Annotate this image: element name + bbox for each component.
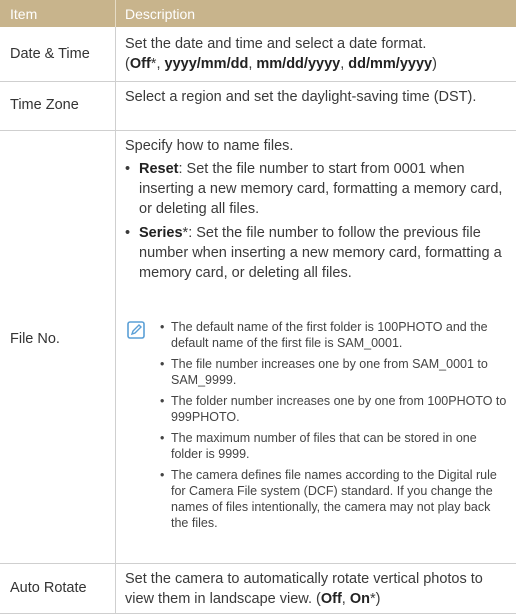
note-list: • The default name of the first folder is…: [160, 319, 510, 536]
pencil-note-icon: [127, 321, 145, 339]
format-yyyy-mm-dd: yyyy/mm/dd: [164, 56, 249, 72]
desc-file-no: Specify how to name files. • Reset: Set …: [125, 136, 510, 283]
reset-label: Reset: [139, 161, 179, 177]
format-mm-dd-yyyy: mm/dd/yyyy: [256, 56, 341, 72]
rotate-on: On: [349, 591, 370, 607]
item-auto-rotate: Auto Rotate: [10, 580, 87, 596]
series-text: : Set the file number to follow the prev…: [139, 225, 502, 281]
bullet-dot: •: [125, 161, 131, 177]
note-item: • The folder number increases one by one …: [160, 394, 507, 424]
reset-text: : Set the file number to start from 0001…: [139, 161, 503, 217]
note-item: • The default name of the first folder is…: [160, 320, 488, 350]
note-item: • The file number increases one by one fr…: [160, 357, 488, 387]
desc-date-time-formats: (Off*, yyyy/mm/dd, mm/dd/yyyy, dd/mm/yyy…: [125, 56, 437, 72]
file-no-series: • Series*: Set the file number to follow…: [125, 225, 502, 281]
format-dd-mm-yyyy: dd/mm/yyyy: [348, 56, 433, 72]
header-item: Item: [10, 6, 38, 22]
desc-date-time: Set the date and time and select a date …: [125, 34, 510, 74]
rotate-off: Off: [320, 591, 342, 607]
header-divider: [115, 0, 116, 27]
row-date-time: Date & Time Set the date and time and se…: [0, 27, 516, 82]
bullet-dot: •: [125, 225, 131, 241]
row-time-zone: Time Zone Select a region and set the da…: [0, 82, 516, 131]
format-off: Off: [129, 56, 151, 72]
note-item: • The maximum number of files that can be…: [160, 431, 477, 461]
desc-time-zone: Select a region and set the daylight-sav…: [125, 89, 477, 105]
file-no-reset: • Reset: Set the file number to start fr…: [125, 159, 510, 219]
note-item: • The camera defines file names according…: [160, 468, 497, 530]
column-divider: [115, 564, 116, 613]
desc-auto-rotate: Set the camera to automatically rotate v…: [125, 571, 483, 607]
row-file-no: File No. Specify how to name files. • Re…: [0, 131, 516, 564]
column-divider: [115, 27, 116, 81]
table-header: Item Description: [0, 0, 516, 27]
series-label: Series: [139, 225, 183, 241]
column-divider: [115, 131, 116, 563]
desc-date-time-line1: Set the date and time and select a date …: [125, 36, 427, 52]
column-divider: [115, 82, 116, 130]
item-file-no: File No.: [10, 331, 60, 347]
item-time-zone: Time Zone: [10, 97, 79, 113]
header-description: Description: [125, 6, 196, 22]
item-date-time: Date & Time: [10, 46, 90, 62]
row-auto-rotate: Auto Rotate Set the camera to automatica…: [0, 564, 516, 614]
file-no-intro: Specify how to name files.: [125, 138, 294, 154]
